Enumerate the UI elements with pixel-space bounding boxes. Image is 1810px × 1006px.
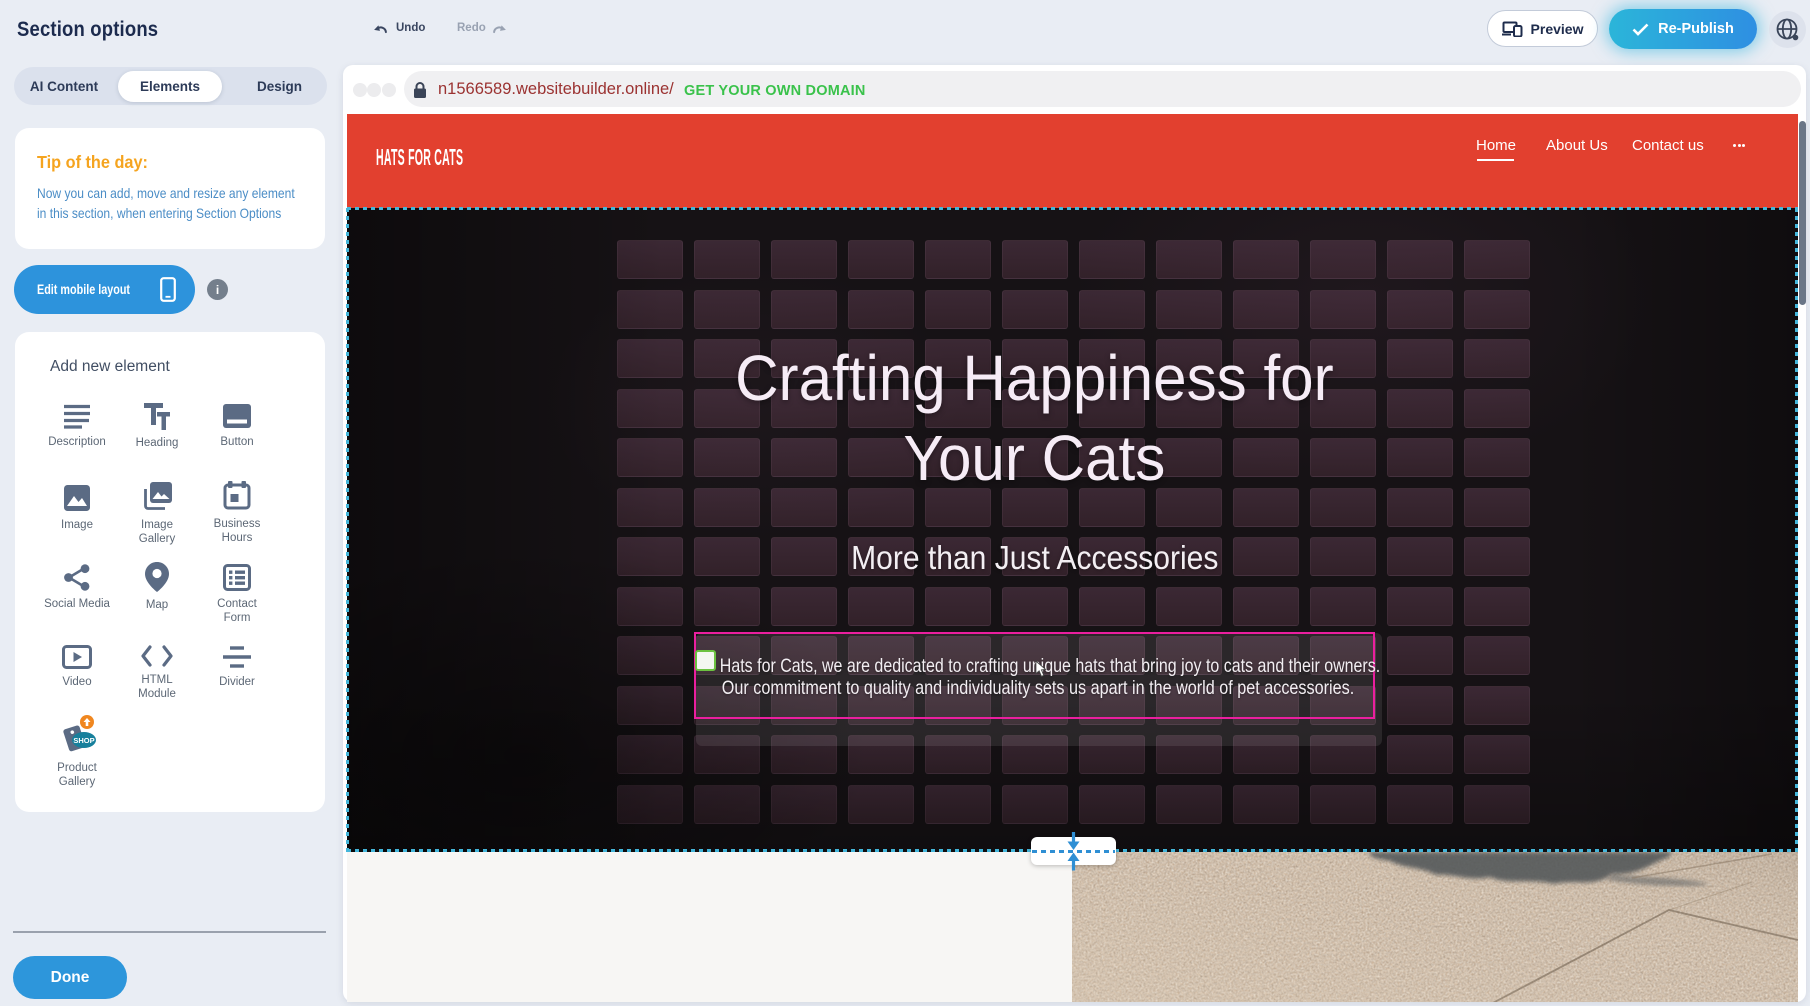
svg-text:SHOP: SHOP <box>73 736 94 745</box>
